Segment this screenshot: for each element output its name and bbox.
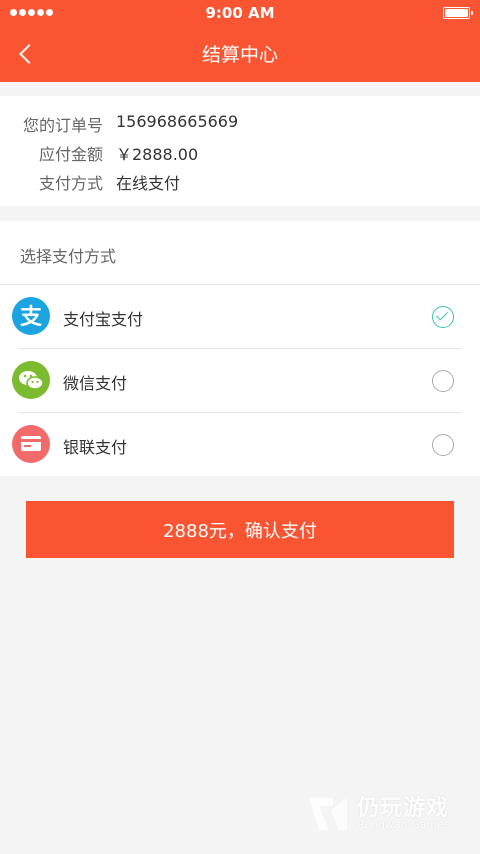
payment-method-value: 在线支付 xyxy=(116,174,181,193)
alipay-icon: 支 xyxy=(12,297,50,335)
status-bar: 9:00 AM xyxy=(0,0,480,26)
radio-unchecked-icon[interactable] xyxy=(432,434,454,456)
watermark: 仍玩游戏 Rengwan Games xyxy=(305,790,475,840)
payment-option-label: 银联支付 xyxy=(63,438,128,457)
radio-unchecked-icon[interactable] xyxy=(432,370,454,392)
payment-option-alipay[interactable]: 支 支付宝支付 xyxy=(0,285,480,348)
payment-option-unionpay[interactable]: 银联支付 xyxy=(0,413,480,476)
payment-method-row: 支付方式 在线支付 xyxy=(0,170,480,194)
order-number-label: 您的订单号 xyxy=(22,116,103,135)
payment-option-label: 微信支付 xyxy=(63,374,128,393)
status-time: 9:00 AM xyxy=(205,4,275,22)
payment-section-title: 选择支付方式 xyxy=(20,247,117,266)
watermark-logo-icon xyxy=(309,798,347,830)
nav-bar: 结算中心 xyxy=(0,26,480,82)
amount-label: 应付金额 xyxy=(38,145,103,164)
payment-option-wechat[interactable]: 微信支付 xyxy=(0,349,480,412)
unionpay-card-icon xyxy=(12,425,50,463)
radio-checked-icon[interactable] xyxy=(432,306,454,328)
svg-text:支: 支 xyxy=(20,305,43,330)
order-number-row: 您的订单号 156968665669 xyxy=(0,112,480,136)
watermark-subtitle: Rengwan Games xyxy=(357,818,450,831)
order-info-card: 您的订单号 156968665669 应付金额 ￥2888.00 支付方式 在线… xyxy=(0,96,480,206)
payment-option-label: 支付宝支付 xyxy=(63,310,144,329)
amount-value: ￥2888.00 xyxy=(116,145,199,164)
wechat-icon xyxy=(12,361,50,399)
amount-row: 应付金额 ￥2888.00 xyxy=(0,141,480,165)
confirm-payment-button[interactable]: 2888元，确认支付 xyxy=(26,501,454,558)
payment-method-label: 支付方式 xyxy=(38,174,103,193)
page-title: 结算中心 xyxy=(201,44,278,66)
battery-icon xyxy=(443,7,473,19)
order-number-value: 156968665669 xyxy=(116,112,239,131)
payment-methods-card: 选择支付方式 支 支付宝支付 微信支付 银联支付 xyxy=(0,221,480,476)
header: 9:00 AM 结算中心 xyxy=(0,0,480,82)
